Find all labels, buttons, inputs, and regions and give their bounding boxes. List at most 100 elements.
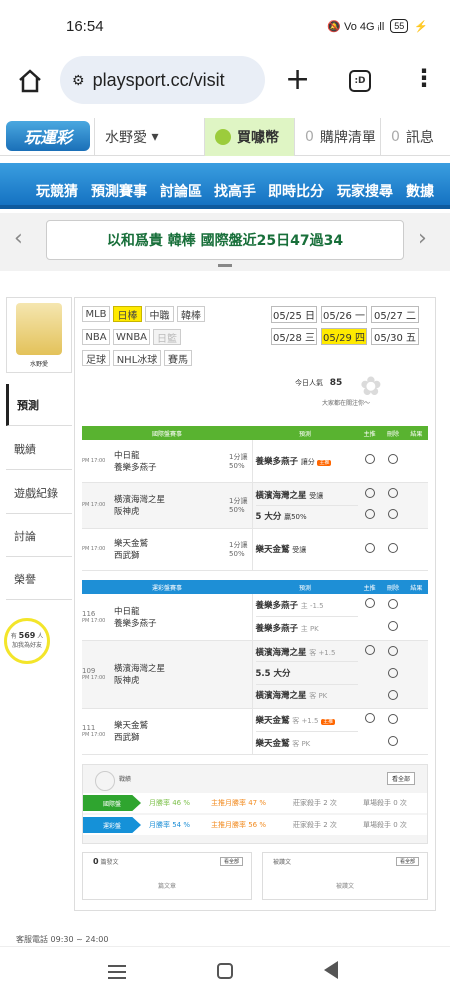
site-logo[interactable]: 玩運彩: [6, 121, 90, 151]
sport-chip[interactable]: 中職: [145, 306, 174, 322]
date-chip[interactable]: 05/30 五: [371, 328, 419, 345]
main-pick-radio[interactable]: [364, 454, 375, 465]
record-label: 國際盤: [83, 795, 141, 811]
fans-count: 569: [18, 631, 36, 640]
main-pick-radio[interactable]: [364, 542, 375, 553]
game-no-time: 116 PM 17:00: [82, 610, 108, 624]
nav-data[interactable]: 數據: [406, 181, 434, 201]
home-nav-icon[interactable]: [217, 963, 233, 979]
nav-predict[interactable]: 預測賽事: [91, 181, 147, 201]
nav-forum[interactable]: 討論區: [160, 181, 202, 201]
sidebar-item-record[interactable]: 戰績: [6, 428, 72, 470]
back-icon[interactable]: [324, 961, 338, 979]
sport-chip[interactable]: WNBA: [113, 329, 150, 345]
signal-icon: 🔕 Vo 4G ᵢll: [327, 20, 385, 33]
main-pick-radio[interactable]: [364, 509, 375, 519]
team-home: 養樂多燕子: [114, 462, 157, 473]
popularity: 今日人氣 85: [295, 378, 342, 388]
main-pick-radio[interactable]: [364, 644, 375, 655]
sport-chip[interactable]: NBA: [82, 329, 110, 345]
profile-card[interactable]: 水野愛: [6, 297, 72, 373]
nav-experts[interactable]: 找高手: [214, 181, 256, 201]
record-label: 運彩盤: [83, 817, 141, 833]
date-chip[interactable]: 05/25 日: [271, 306, 317, 323]
liked-more-button[interactable]: 看全部: [395, 857, 419, 866]
user-menu[interactable]: 水野愛 ▾: [94, 118, 200, 156]
overflow-menu-icon[interactable]: ⋮: [412, 64, 436, 92]
sidebar-item-history[interactable]: 遊戲紀錄: [6, 472, 72, 514]
posts-more-button[interactable]: 看全部: [219, 857, 243, 866]
game-time: PM 17:00: [82, 617, 106, 624]
delete-radio[interactable]: [387, 509, 398, 519]
news-headline[interactable]: 以和爲貴 韓棒 國際盤近25日47過34: [46, 220, 404, 260]
pred-note: 受讓: [309, 491, 324, 500]
delete-radio[interactable]: [387, 667, 398, 678]
team-away: 中日龍: [114, 606, 140, 617]
carousel-dots: [218, 264, 232, 267]
pred-cell: 樂天金鷲 受讓: [251, 528, 358, 571]
home-icon[interactable]: [16, 67, 44, 95]
delete-radio[interactable]: [387, 621, 398, 632]
th: 預測: [298, 430, 311, 438]
chevron-right-icon[interactable]: ›: [418, 226, 427, 251]
sidebar-item-predict[interactable]: 預測: [6, 384, 72, 426]
record-box: 戰績 看全部 國際盤 月勝率 46 % 主推月勝率 47 % 莊家殺手 2 次 …: [82, 764, 428, 844]
new-tab-icon[interactable]: +: [285, 62, 310, 97]
sport-chip[interactable]: MLB: [82, 306, 110, 322]
sidebar-item-discuss[interactable]: 討論: [6, 515, 72, 557]
buy-coins-button[interactable]: 買噱幣: [204, 118, 294, 156]
sidebar-item-honor[interactable]: 榮譽: [6, 558, 72, 600]
delete-radio[interactable]: [387, 645, 398, 656]
delete-radio[interactable]: [387, 454, 398, 465]
url-bar[interactable]: ⚙ playsport.cc/visit: [60, 56, 265, 104]
tab-switcher-icon[interactable]: :D: [349, 70, 371, 92]
delete-radio[interactable]: [387, 735, 398, 746]
delete-radio[interactable]: [387, 542, 398, 553]
date-chip[interactable]: 05/26 一: [321, 306, 367, 323]
pred-team: 養樂多燕子: [255, 624, 299, 635]
charging-icon: ⚡: [414, 20, 428, 33]
fans-badge[interactable]: 有 569 人加我為好友: [4, 618, 50, 664]
line-pct: 50%: [229, 550, 245, 558]
delete-radio[interactable]: [387, 488, 398, 498]
main-pick-radio[interactable]: [364, 598, 375, 608]
coin-icon: [215, 129, 231, 145]
nav-live-score[interactable]: 即時比分: [268, 181, 324, 201]
messages-button[interactable]: 0 訊息: [380, 118, 450, 156]
sport-chip-selected[interactable]: 日棒: [113, 306, 142, 322]
teams: 橫濱海灣之星 阪神虎: [114, 493, 223, 517]
nav-player-search[interactable]: 玩家搜尋: [337, 181, 393, 201]
sport-chip[interactable]: 足球: [82, 350, 110, 366]
date-chip[interactable]: 05/27 二: [371, 306, 419, 323]
pred-team: 樂天金鷲: [255, 738, 290, 749]
date-chip-selected[interactable]: 05/29 四: [321, 328, 367, 345]
pred-team: 5.5 大分: [255, 669, 291, 679]
delete-radio[interactable]: [387, 599, 398, 610]
nav-play-guess[interactable]: 玩競猜: [36, 181, 78, 201]
delete-radio[interactable]: [387, 689, 398, 700]
msg-count: 0: [391, 129, 400, 145]
main-pick-radio[interactable]: [364, 712, 375, 723]
url-text: playsport.cc/visit: [92, 69, 225, 90]
game-time: PM 17:00: [82, 457, 106, 464]
mascot-icon: ✿: [360, 372, 382, 402]
chevron-left-icon[interactable]: ‹: [14, 226, 23, 251]
recent-apps-icon[interactable]: [108, 965, 126, 979]
team-away: 中日龍: [114, 450, 140, 461]
record-more-button[interactable]: 看全部: [386, 772, 415, 785]
sport-chip[interactable]: 韓棒: [177, 306, 205, 322]
record-win: 月勝率 46 %: [149, 799, 191, 807]
popularity-label: 今日人氣: [295, 379, 323, 387]
line: 1分讓 50%: [229, 540, 251, 558]
site-settings-icon[interactable]: ⚙: [72, 72, 85, 89]
sport-chip[interactable]: 賽馬: [164, 350, 192, 366]
date-chip[interactable]: 05/28 三: [271, 328, 317, 345]
sport-chip[interactable]: NHL冰球: [113, 350, 161, 366]
delete-radio[interactable]: [387, 713, 398, 724]
cart-button[interactable]: 0 購牌清單: [294, 118, 380, 156]
main-pick-radio[interactable]: [364, 488, 375, 498]
pred-team: 樂天金鷲: [255, 545, 290, 555]
teams: 中日龍 養樂多燕子: [114, 449, 223, 473]
posts-empty: 篇文章: [157, 883, 176, 890]
posts-box: 0 篇發文 看全部 篇文章: [82, 852, 252, 900]
